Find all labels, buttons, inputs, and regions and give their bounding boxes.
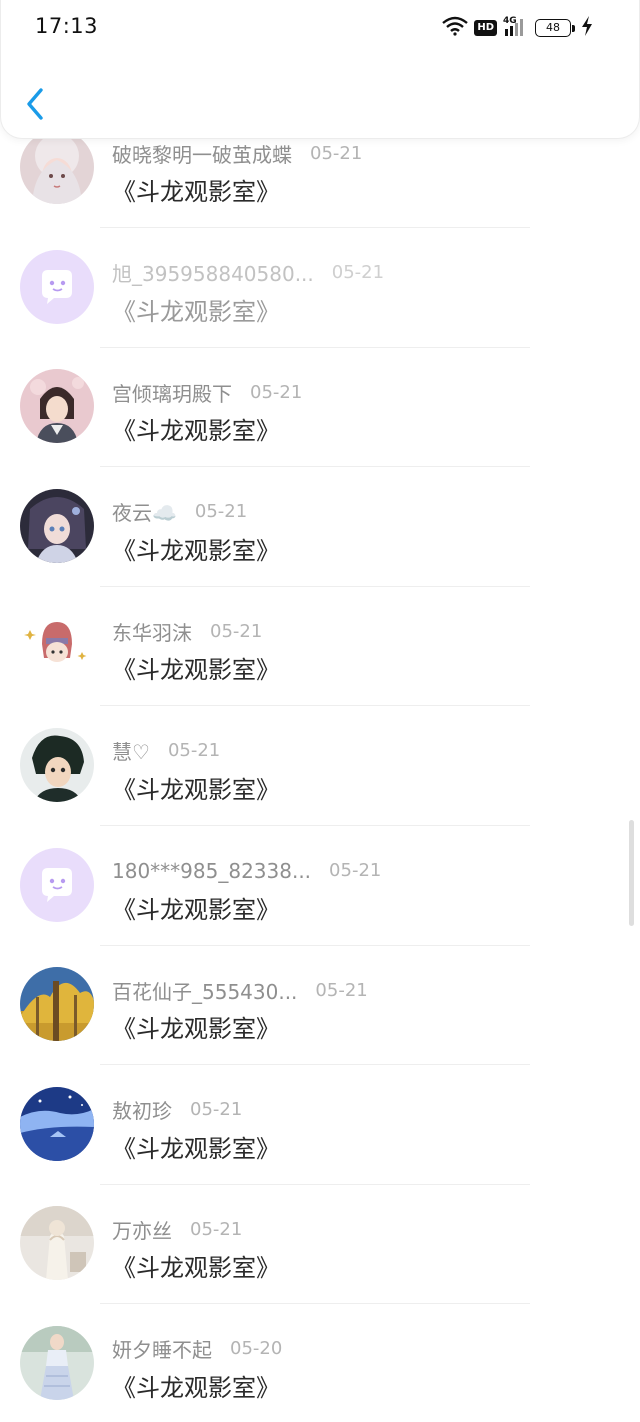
list-item[interactable]: 180***985_82338... 05-21 《斗龙观影室》 xyxy=(0,847,640,968)
item-date: 05-21 xyxy=(194,501,248,523)
item-date: 05-21 xyxy=(167,740,221,762)
list-item[interactable]: 旭_395958840580... 05-21 《斗龙观影室》 xyxy=(0,249,640,370)
list-item[interactable]: 万亦丝 05-21 《斗龙观影室》 xyxy=(0,1206,640,1326)
charging-bolt-icon xyxy=(581,16,593,40)
list-item[interactable]: 百花仙子_555430... 05-21 《斗龙观影室》 xyxy=(0,967,640,1087)
scrollbar[interactable] xyxy=(629,820,634,926)
user-name[interactable]: 宫倾璃玥殿下 xyxy=(112,378,232,407)
item-message: 《斗龙观影室》 xyxy=(112,656,280,685)
avatar[interactable] xyxy=(20,369,94,444)
item-date: 05-20 xyxy=(230,1338,283,1360)
avatar[interactable] xyxy=(20,967,94,1042)
member-list: 破晓黎明一破茧成蝶 05-21 《斗龙观影室》 旭_395958840580..… xyxy=(0,130,640,1422)
user-name[interactable]: 妍夕睡不起 xyxy=(112,1334,212,1363)
avatar[interactable] xyxy=(20,130,94,204)
page: 破晓黎明一破茧成蝶 05-21 《斗龙观影室》 旭_395958840580..… xyxy=(0,0,640,1422)
back-button[interactable] xyxy=(19,82,55,126)
avatar[interactable] xyxy=(20,488,94,563)
item-message: 《斗龙观影室》 xyxy=(112,1015,280,1044)
header: 17:13 HD 4G 48 xyxy=(0,0,640,139)
item-message: 《斗龙观影室》 xyxy=(112,417,280,446)
item-message: 《斗龙观影室》 xyxy=(112,1373,280,1402)
chevron-left-icon xyxy=(27,88,43,120)
item-message: 《斗龙观影室》 xyxy=(112,1254,280,1283)
list-item[interactable]: 敖初珍 05-21 《斗龙观影室》 xyxy=(0,1086,640,1207)
status-time: 17:13 xyxy=(35,14,99,38)
battery-icon: 48 xyxy=(535,19,575,37)
list-item[interactable]: 慧♡ 05-21 《斗龙观影室》 xyxy=(0,727,640,848)
avatar[interactable] xyxy=(20,1206,94,1281)
item-date: 05-21 xyxy=(315,979,368,1001)
user-name[interactable]: 慧♡ xyxy=(112,736,150,765)
item-date: 05-21 xyxy=(190,1218,243,1240)
item-meta: 夜云☁️ 05-21 xyxy=(112,499,247,525)
list-item[interactable]: 破晓黎明一破茧成蝶 05-21 《斗龙观影室》 xyxy=(0,130,640,250)
item-meta: 宫倾璃玥殿下 05-21 xyxy=(112,378,303,407)
user-name[interactable]: 百花仙子_555430... xyxy=(112,976,297,1005)
item-meta: 敖初珍 05-21 xyxy=(112,1097,242,1123)
user-name[interactable]: 敖初珍 xyxy=(112,1095,172,1124)
user-name[interactable]: 万亦丝 xyxy=(112,1215,172,1244)
item-date: 05-21 xyxy=(250,381,303,403)
item-meta: 妍夕睡不起 05-20 xyxy=(112,1336,282,1362)
item-message: 《斗龙观影室》 xyxy=(112,1134,280,1163)
list-item[interactable]: 妍夕睡不起 05-20 《斗龙观影室》 xyxy=(0,1325,640,1422)
divider xyxy=(100,585,530,587)
default-avatar-icon[interactable] xyxy=(20,847,94,922)
avatar[interactable] xyxy=(20,1086,94,1161)
divider xyxy=(100,944,530,946)
item-meta: 百花仙子_555430... 05-21 xyxy=(112,976,368,1005)
hd-badge: HD xyxy=(474,20,497,36)
item-message: 《斗龙观影室》 xyxy=(112,178,280,206)
item-message: 《斗龙观影室》 xyxy=(112,536,280,565)
list-item[interactable]: 东华羽沫 05-21 《斗龙观影室》 xyxy=(0,608,640,728)
item-meta: 旭_395958840580... 05-21 xyxy=(112,260,384,286)
divider xyxy=(100,1064,530,1066)
divider xyxy=(100,705,530,707)
list-item[interactable]: 夜云☁️ 05-21 《斗龙观影室》 xyxy=(0,488,640,609)
item-date: 05-21 xyxy=(210,620,263,642)
item-message: 《斗龙观影室》 xyxy=(112,895,280,924)
list-item[interactable]: 宫倾璃玥殿下 05-21 《斗龙观影室》 xyxy=(0,369,640,489)
signal-icon: 4G xyxy=(503,15,529,41)
user-name[interactable]: 旭_395958840580... xyxy=(112,258,314,287)
default-avatar-icon[interactable] xyxy=(20,249,94,324)
status-icons: HD 4G 48 xyxy=(436,15,593,41)
item-meta: 慧♡ 05-21 xyxy=(112,738,220,764)
item-date: 05-21 xyxy=(190,1099,243,1121)
item-meta: 破晓黎明一破茧成蝶 05-21 xyxy=(112,139,363,168)
item-date: 05-21 xyxy=(310,142,363,164)
item-date: 05-21 xyxy=(329,860,382,882)
user-name[interactable]: 东华羽沫 xyxy=(112,617,192,646)
divider xyxy=(100,227,530,228)
user-name[interactable]: 夜云☁️ xyxy=(112,497,177,526)
divider xyxy=(100,346,530,348)
item-message: 《斗龙观影室》 xyxy=(112,297,280,326)
user-name[interactable]: 180***985_82338... xyxy=(112,859,311,883)
divider xyxy=(100,824,530,826)
divider xyxy=(100,466,530,468)
item-message: 《斗龙观影室》 xyxy=(112,775,280,804)
divider xyxy=(100,1303,530,1305)
avatar[interactable] xyxy=(20,727,94,802)
svg-text:4G: 4G xyxy=(503,16,517,26)
item-meta: 180***985_82338... 05-21 xyxy=(112,858,381,884)
wifi-icon xyxy=(442,16,469,40)
item-meta: 万亦丝 05-21 xyxy=(112,1215,243,1244)
avatar[interactable] xyxy=(20,1325,94,1400)
divider xyxy=(100,1183,530,1185)
item-date: 05-21 xyxy=(331,262,385,284)
user-name[interactable]: 破晓黎明一破茧成蝶 xyxy=(112,139,292,168)
avatar[interactable] xyxy=(20,608,94,683)
item-meta: 东华羽沫 05-21 xyxy=(112,617,263,646)
